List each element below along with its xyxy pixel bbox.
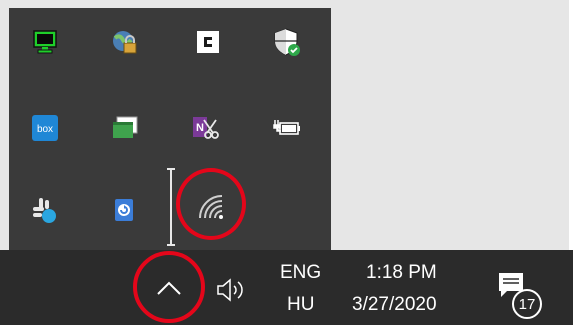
c-app-icon[interactable] bbox=[193, 27, 223, 57]
show-hidden-icons-button[interactable] bbox=[152, 271, 186, 305]
language-indicator-top[interactable]: ENG bbox=[280, 262, 321, 284]
chevron-up-icon bbox=[157, 281, 181, 295]
onenote-clipper-icon[interactable]: N bbox=[190, 113, 220, 143]
slack-icon[interactable] bbox=[30, 196, 60, 226]
security-shield-icon[interactable] bbox=[272, 27, 302, 57]
clock-date[interactable]: 3/27/2020 bbox=[352, 294, 437, 316]
box-icon-label: box bbox=[37, 124, 53, 135]
notification-count-badge: 17 bbox=[512, 289, 542, 319]
monitor-icon[interactable] bbox=[30, 27, 60, 57]
network-lock-icon[interactable] bbox=[110, 27, 140, 57]
icon-drag-separator bbox=[167, 168, 175, 246]
remote-sync-icon[interactable] bbox=[110, 196, 140, 226]
onenote-letter: N bbox=[196, 122, 204, 134]
language-indicator-bottom[interactable]: HU bbox=[287, 294, 314, 316]
box-icon[interactable]: box bbox=[30, 113, 60, 143]
window-sync-icon[interactable] bbox=[110, 113, 140, 143]
battery-plug-icon[interactable] bbox=[272, 113, 302, 143]
volume-button[interactable] bbox=[214, 275, 250, 305]
clock-time[interactable]: 1:18 PM bbox=[366, 262, 437, 284]
speaker-icon bbox=[217, 278, 243, 302]
wifi-icon[interactable] bbox=[196, 192, 226, 222]
